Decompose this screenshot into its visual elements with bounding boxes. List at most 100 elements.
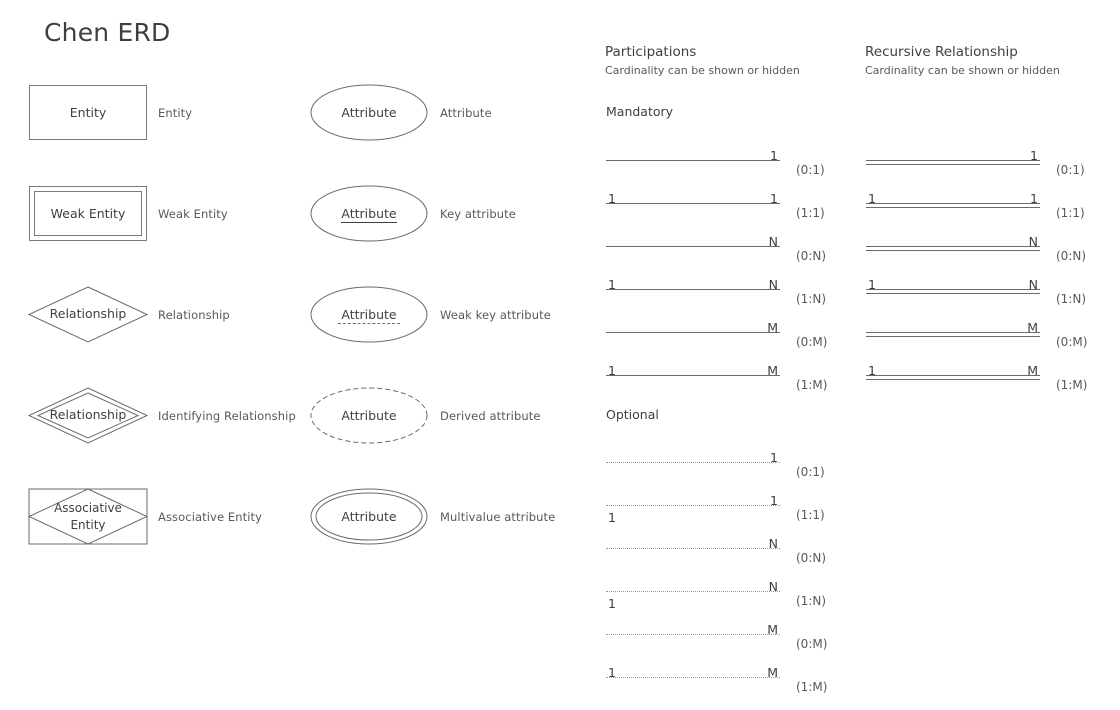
cardinality-pair-label: (0:M) — [796, 637, 828, 651]
shape-label: Attribute — [341, 407, 397, 423]
cardinality-right: M — [767, 665, 778, 680]
cardinality-right: N — [768, 536, 778, 551]
cardinality-connector: M (0:M) — [606, 622, 827, 651]
cardinality-connector: 1 M (1:M) — [606, 363, 827, 392]
connector-line — [866, 246, 1040, 247]
cardinality-left: 1 — [608, 510, 616, 525]
cardinality-pair-label: (1:M) — [796, 680, 828, 694]
cardinality-connector: 1 (0:1) — [866, 148, 1085, 177]
recursive-title: Recursive Relationship — [865, 44, 1018, 60]
connector-line — [606, 332, 780, 333]
cardinality-left: 1 — [608, 596, 616, 611]
cardinality-right: N — [1028, 234, 1038, 249]
cardinality-right: M — [767, 320, 778, 335]
cardinality-connector: 1 N (1:N) — [606, 579, 826, 611]
connector-line — [866, 203, 1040, 204]
cardinality-right: 1 — [770, 493, 778, 508]
connector-line — [606, 160, 780, 161]
cardinality-pair-label: (1:N) — [796, 594, 827, 608]
shape-label: Attribute — [341, 205, 397, 223]
cardinality-connector: M (0:M) — [606, 320, 827, 349]
cardinality-pair-label: (1:1) — [1056, 206, 1085, 220]
cardinality-connector: 1 N (1:N) — [866, 277, 1086, 306]
connector-line — [606, 591, 780, 592]
cardinality-pair-label: (0:N) — [796, 249, 827, 263]
cardinality-connector: 1 M (1:M) — [606, 665, 827, 694]
legend-label: Multivalue attribute — [440, 509, 556, 524]
legend-row: Attribute Key attribute — [0, 185, 516, 242]
cardinality-pair-label: (0:1) — [1056, 163, 1085, 177]
cardinality-pair-label: (0:M) — [1056, 335, 1088, 349]
cardinality-pair-label: (0:N) — [796, 551, 827, 565]
cardinality-left: 1 — [608, 277, 616, 292]
legend-label: Attribute — [440, 105, 492, 120]
connector-line — [866, 336, 1040, 337]
connector-line — [866, 332, 1040, 333]
recursive-subtitle: Cardinality can be shown or hidden — [865, 64, 1060, 77]
cardinality-connector: 1 N (1:N) — [606, 277, 826, 306]
connector-line — [606, 246, 780, 247]
cardinality-connector: N (0:N) — [606, 536, 826, 565]
legend-label: Derived attribute — [440, 408, 541, 423]
cardinality-pair-label: (1:N) — [796, 292, 827, 306]
cardinality-pair-label: (1:1) — [796, 508, 825, 522]
legend-row: Attribute Multivalue attribute — [0, 488, 555, 545]
legend-label: Key attribute — [440, 206, 516, 221]
connector-line — [866, 293, 1040, 294]
cardinality-pair-label: (0:1) — [796, 163, 825, 177]
cardinality-right: 1 — [770, 191, 778, 206]
page-title: Chen ERD — [44, 18, 171, 47]
cardinality-pair-label: (1:N) — [1056, 292, 1087, 306]
participation-group-title: Mandatory — [606, 104, 674, 119]
cardinality-pair-label: (0:N) — [1056, 249, 1087, 263]
cardinality-connector: 1 (0:1) — [606, 450, 825, 479]
connector-line — [866, 164, 1040, 165]
cardinality-left: 1 — [608, 191, 616, 206]
connector-line — [606, 462, 780, 463]
participations-subtitle: Cardinality can be shown or hidden — [605, 64, 800, 77]
cardinality-right: N — [768, 234, 778, 249]
connector-line — [866, 379, 1040, 380]
cardinality-left: 1 — [608, 363, 616, 378]
cardinality-right: M — [1027, 363, 1038, 378]
participations-title: Participations — [605, 44, 697, 60]
shape-label: Attribute — [341, 508, 397, 524]
cardinality-right: 1 — [1030, 148, 1038, 163]
cardinality-pair-label: (0:M) — [796, 335, 828, 349]
cardinality-left: 1 — [868, 191, 876, 206]
cardinality-right: N — [1028, 277, 1038, 292]
connector-line — [606, 677, 780, 678]
cardinality-left: 1 — [868, 277, 876, 292]
connector-line — [606, 548, 780, 549]
connector-line — [606, 375, 780, 376]
cardinality-right: 1 — [770, 450, 778, 465]
cardinality-pair-label: (1:M) — [1056, 378, 1088, 392]
cardinality-pair-label: (1:1) — [796, 206, 825, 220]
connector-line — [866, 250, 1040, 251]
connector-line — [866, 289, 1040, 290]
cardinality-right: M — [767, 622, 778, 637]
cardinality-connector: 1 (0:1) — [606, 148, 825, 177]
legend-row: Attribute Weak key attribute — [0, 286, 551, 343]
connector-line — [606, 634, 780, 635]
cardinality-connector: 1 M (1:M) — [866, 363, 1087, 392]
shape-label: Attribute — [311, 306, 427, 324]
connector-line — [866, 207, 1040, 208]
cardinality-right: M — [767, 363, 778, 378]
cardinality-right: M — [1027, 320, 1038, 335]
cardinality-connector: N (0:N) — [606, 234, 826, 263]
cardinality-pair-label: (1:M) — [796, 378, 828, 392]
cardinality-left: 1 — [608, 665, 616, 680]
legend-row: Attribute Derived attribute — [0, 387, 540, 444]
connector-line — [606, 203, 780, 204]
cardinality-right: N — [768, 277, 778, 292]
legend-label: Weak key attribute — [440, 307, 551, 322]
legend-row: Attribute Attribute — [0, 84, 492, 141]
cardinality-right: 1 — [770, 148, 778, 163]
connector-line — [866, 375, 1040, 376]
connector-line — [866, 160, 1040, 161]
cardinality-connector: 1 1 (1:1) — [866, 191, 1085, 220]
participation-group-title: Optional — [606, 407, 659, 422]
cardinality-right: 1 — [1030, 191, 1038, 206]
cardinality-right: N — [768, 579, 778, 594]
